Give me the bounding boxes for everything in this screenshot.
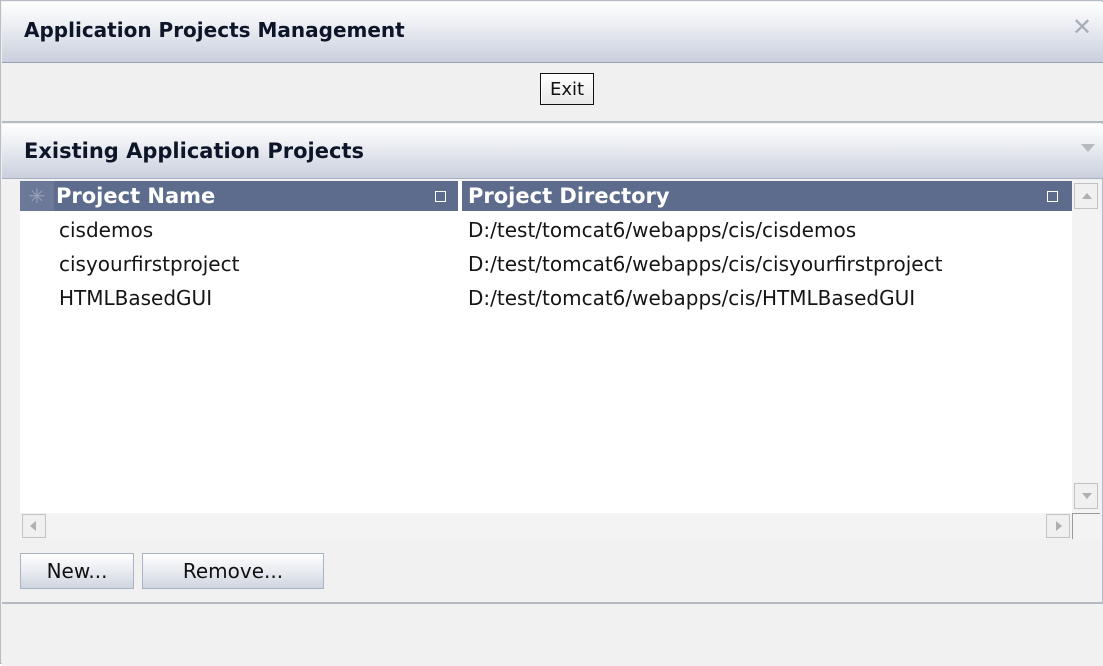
section-header: Existing Application Projects [2,124,1103,179]
project-name-cell: cisyourfirstproject [59,252,240,276]
square-icon[interactable] [435,191,446,202]
project-directory-cell: D:/test/tomcat6/webapps/cis/HTMLBasedGUI [468,286,916,310]
project-name-cell: HTMLBasedGUI [59,286,213,310]
horizontal-scrollbar[interactable] [20,513,1072,539]
square-icon[interactable] [1047,191,1058,202]
project-directory-cell: D:/test/tomcat6/webapps/cis/cisdemos [468,218,857,242]
exit-button[interactable]: Exit [540,73,594,105]
column-separator[interactable] [458,181,462,211]
section-title: Existing Application Projects [24,139,364,163]
collapse-icon[interactable] [1081,144,1095,152]
project-name-cell: cisdemos [59,218,154,242]
column-header-project-name[interactable]: Project Name [56,181,456,211]
scroll-left-icon[interactable] [22,514,46,538]
scroll-down-icon[interactable] [1074,483,1098,509]
projects-grid: ✳ Project Name Project Directory cisdemo… [20,181,1072,513]
grid-header: ✳ Project Name Project Directory [20,181,1072,211]
vertical-scrollbar[interactable] [1072,181,1100,513]
window-title: Application Projects Management [24,18,405,42]
table-row[interactable]: cisyourfirstproject D:/test/tomcat6/weba… [20,248,1072,282]
scroll-right-icon[interactable] [1046,514,1070,538]
table-row[interactable]: HTMLBasedGUI D:/test/tomcat6/webapps/cis… [20,282,1072,316]
resize-corner[interactable] [1072,513,1100,539]
close-icon[interactable]: ✕ [1071,15,1093,39]
toolbar: Exit [2,63,1103,123]
asterisk-icon[interactable]: ✳ [20,181,54,211]
status-bar [2,602,1103,666]
table-row[interactable]: cisdemos D:/test/tomcat6/webapps/cis/cis… [20,214,1072,248]
application-window: Application Projects Management ✕ Exit E… [0,0,1103,666]
new-button[interactable]: New... [20,553,134,589]
remove-button[interactable]: Remove... [142,553,324,589]
grid-rows: cisdemos D:/test/tomcat6/webapps/cis/cis… [20,214,1072,316]
projects-grid-container: ✳ Project Name Project Directory cisdemo… [20,181,1102,539]
project-directory-cell: D:/test/tomcat6/webapps/cis/cisyourfirst… [468,252,943,276]
scroll-up-icon[interactable] [1074,183,1098,209]
column-header-project-directory[interactable]: Project Directory [468,181,1066,211]
window-titlebar: Application Projects Management ✕ [2,2,1103,63]
